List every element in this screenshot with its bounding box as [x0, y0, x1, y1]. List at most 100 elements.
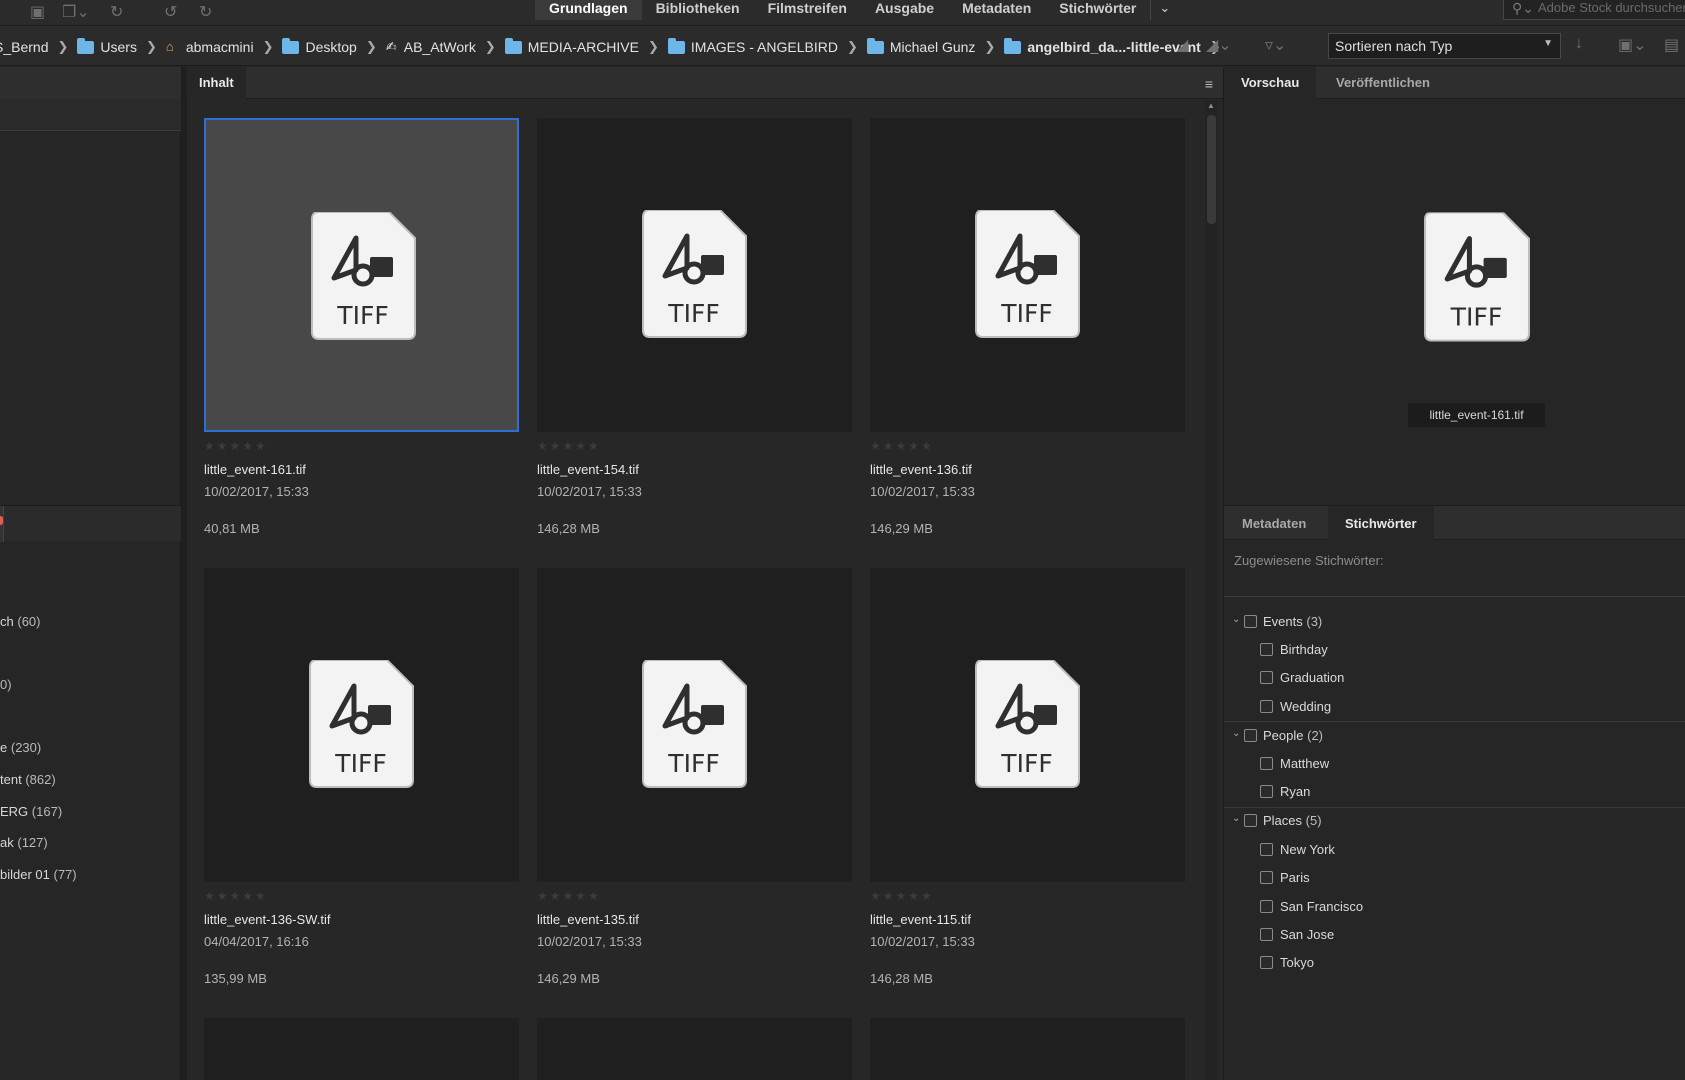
file-name[interactable]: little_event-136.tif: [870, 462, 972, 477]
panel-menu-icon[interactable]: ≡: [1205, 76, 1213, 92]
keyword-checkbox[interactable]: [1244, 729, 1257, 742]
keyword-item[interactable]: Ryan: [1224, 778, 1685, 806]
thumbnail[interactable]: TIFF: [870, 118, 1185, 432]
sort-select[interactable]: Sortieren nach Typ ▼: [1328, 33, 1561, 59]
keyword-group-people[interactable]: ⌄ People (2): [1224, 722, 1685, 750]
collection-item[interactable]: tent (862): [0, 772, 56, 787]
breadcrumb-item[interactable]: S_Bernd❯: [0, 39, 77, 55]
thumbnail-partial[interactable]: [870, 1018, 1185, 1080]
thumbnail-partial[interactable]: [537, 1018, 852, 1080]
keyword-checkbox[interactable]: [1260, 956, 1273, 969]
chevron-down-icon[interactable]: ⌄: [1232, 813, 1240, 824]
tab-metadaten[interactable]: Metadaten: [1224, 506, 1324, 541]
keyword-checkbox[interactable]: [1260, 671, 1273, 684]
keyword-item[interactable]: New York: [1224, 836, 1685, 864]
workspace-tab-ausgabe[interactable]: Ausgabe: [861, 0, 948, 20]
breadcrumb-item[interactable]: IMAGES - ANGELBIRD ❯: [667, 37, 867, 55]
collection-item[interactable]: ERG (167): [0, 804, 62, 819]
keyword-checkbox[interactable]: [1260, 700, 1273, 713]
content-scrollbar[interactable]: [1205, 100, 1218, 1080]
new-folder-icon[interactable]: ▤: [1664, 35, 1679, 55]
thumbnail-partial[interactable]: [204, 1018, 519, 1080]
rating-filter-dropdown-icon[interactable]: ◢⌄: [1206, 35, 1232, 55]
breadcrumb-item[interactable]: Desktop ❯: [282, 37, 385, 55]
collection-item[interactable]: ak (127): [0, 835, 48, 850]
thumbnail[interactable]: TIFF: [204, 118, 519, 432]
keyword-group-places[interactable]: ⌄ Places (5): [1224, 807, 1685, 835]
keyword-item[interactable]: Matthew: [1224, 750, 1685, 778]
keyword-group-events[interactable]: ⌄ Events (3): [1224, 608, 1685, 636]
breadcrumb-item-current[interactable]: angelbird_da...-little-event ❯: [1004, 37, 1229, 55]
keyword-checkbox[interactable]: [1260, 928, 1273, 941]
rating-stars[interactable]: ★★★★★: [204, 439, 268, 453]
collection-item[interactable]: bilder 01 (77): [0, 867, 77, 882]
sort-direction-icon[interactable]: ↓: [1575, 35, 1583, 53]
file-name[interactable]: little_event-161.tif: [204, 462, 306, 477]
folder-icon: [1004, 37, 1022, 54]
recent-folder-icon[interactable]: ▣⌄: [1618, 35, 1647, 55]
breadcrumb-item[interactable]: ⌂ abmacmini ❯: [166, 39, 283, 55]
thumbnail[interactable]: TIFF: [537, 568, 852, 882]
top-toolbar: ▣ ❐⌄ ↻ ↺ ↻ Grundlagen Bibliotheken Films…: [0, 0, 1685, 26]
keyword-checkbox[interactable]: [1260, 785, 1273, 798]
collection-item[interactable]: 0): [0, 677, 12, 692]
filter-icon[interactable]: ▿⌄: [1265, 35, 1286, 55]
tab-stichwoerter[interactable]: Stichwörter: [1328, 506, 1434, 541]
refresh-icon[interactable]: ↻: [110, 2, 123, 22]
keyword-checkbox[interactable]: [1260, 643, 1273, 656]
rating-stars[interactable]: ★★★★★: [537, 889, 601, 903]
chevron-right-icon: ❯: [846, 39, 858, 54]
scrollbar-thumb[interactable]: [1207, 115, 1216, 224]
keyword-item[interactable]: Tokyo: [1224, 949, 1685, 977]
file-name[interactable]: little_event-154.tif: [537, 462, 639, 477]
collection-item[interactable]: e (230): [0, 740, 41, 755]
breadcrumb-item[interactable]: ✍ AB_AtWork ❯: [386, 39, 505, 55]
rating-filter-icon[interactable]: ◢: [1176, 35, 1188, 55]
keyword-checkbox[interactable]: [1260, 871, 1273, 884]
thumbnail[interactable]: TIFF: [870, 568, 1185, 882]
keyword-item[interactable]: San Francisco: [1224, 893, 1685, 921]
workspace-tab-filmstreifen[interactable]: Filmstreifen: [754, 0, 861, 20]
workspace-tab-metadaten[interactable]: Metadaten: [948, 0, 1045, 20]
thumbnail[interactable]: TIFF: [204, 568, 519, 882]
rating-stars[interactable]: ★★★★★: [204, 889, 268, 903]
redo-icon[interactable]: ↻: [199, 2, 212, 22]
file-name[interactable]: little_event-115.tif: [870, 912, 971, 927]
keyword-checkbox[interactable]: [1260, 843, 1273, 856]
rating-stars[interactable]: ★★★★★: [537, 439, 601, 453]
camera-icon[interactable]: ▣: [30, 2, 45, 22]
undo-icon[interactable]: ↺: [164, 2, 177, 22]
stock-search-input[interactable]: ⚲⌄ Adobe Stock durchsuchen: [1503, 0, 1685, 20]
keyword-checkbox[interactable]: [1260, 757, 1273, 770]
keyword-item[interactable]: San Jose: [1224, 921, 1685, 949]
search-icon: ⚲⌄: [1512, 0, 1534, 16]
keyword-checkbox[interactable]: [1244, 814, 1257, 827]
chevron-down-icon[interactable]: ⌄: [1232, 728, 1240, 739]
breadcrumb-item[interactable]: MEDIA-ARCHIVE ❯: [504, 37, 668, 55]
keyword-item[interactable]: Birthday: [1224, 636, 1685, 664]
file-name[interactable]: little_event-136-SW.tif: [204, 912, 330, 927]
keyword-item[interactable]: Graduation: [1224, 664, 1685, 692]
keyword-checkbox[interactable]: [1260, 900, 1273, 913]
workspace-tab-grundlagen[interactable]: Grundlagen: [535, 0, 642, 20]
workspace-tab-stichwoerter[interactable]: Stichwörter: [1045, 0, 1150, 20]
rating-stars[interactable]: ★★★★★: [870, 439, 934, 453]
copy-icon[interactable]: ❐⌄: [62, 2, 90, 22]
scroll-up-arrow-icon[interactable]: ▲: [1207, 101, 1215, 110]
tab-inhalt[interactable]: Inhalt: [187, 67, 246, 99]
breadcrumb-item[interactable]: Michael Gunz ❯: [866, 37, 1005, 55]
breadcrumb-item[interactable]: Users ❯: [77, 37, 165, 55]
collection-item[interactable]: ch (60): [0, 614, 40, 629]
file-name[interactable]: little_event-135.tif: [537, 912, 639, 927]
keyword-checkbox[interactable]: [1244, 615, 1257, 628]
rating-stars[interactable]: ★★★★★: [870, 889, 934, 903]
keyword-item[interactable]: Paris: [1224, 864, 1685, 892]
thumbnail[interactable]: TIFF: [537, 118, 852, 432]
file-size: 146,28 MB: [537, 521, 600, 536]
tab-vorschau[interactable]: Vorschau: [1224, 67, 1317, 99]
workspace-more-chevron-icon[interactable]: ⌄: [1150, 0, 1178, 20]
keyword-item[interactable]: Wedding: [1224, 693, 1685, 721]
chevron-down-icon[interactable]: ⌄: [1232, 614, 1240, 625]
workspace-tab-bibliotheken[interactable]: Bibliotheken: [642, 0, 754, 20]
tab-veroeffentlichen[interactable]: Veröffentlichen: [1324, 67, 1442, 99]
